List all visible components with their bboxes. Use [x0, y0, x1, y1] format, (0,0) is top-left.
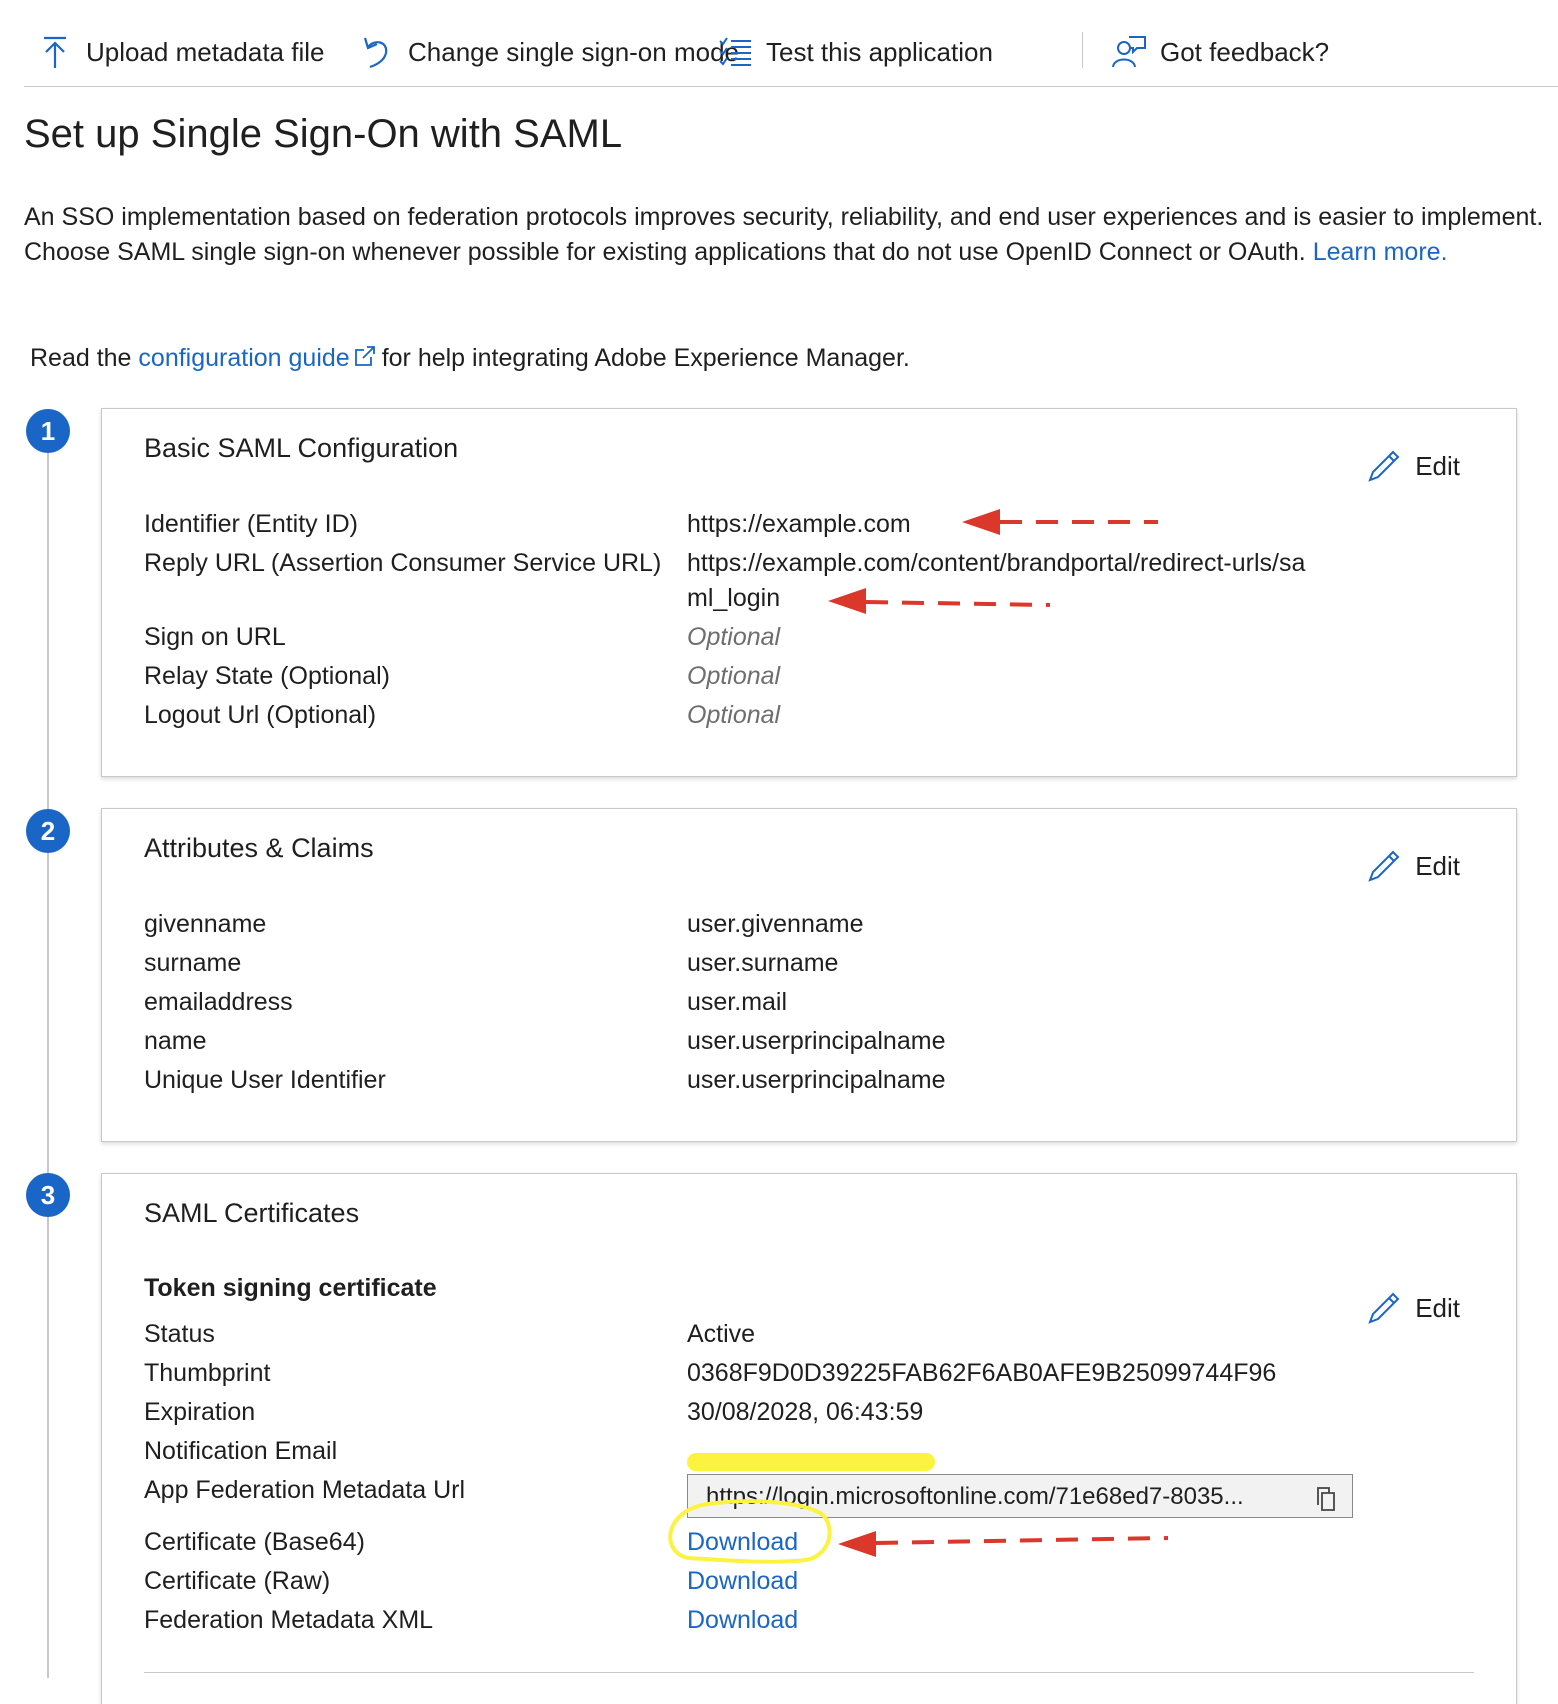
claim-value: user.userprincipalname	[687, 1027, 946, 1055]
claim-value: user.mail	[687, 988, 788, 1016]
intro-paragraph: An SSO implementation based on federatio…	[24, 200, 1558, 270]
feedback-button[interactable]: Got feedback?	[1112, 30, 1329, 74]
pencil-icon	[1367, 849, 1401, 883]
claim-name: emailaddress	[144, 988, 293, 1016]
metadata-url-field[interactable]: https://login.microsoftonline.com/71e68e…	[687, 1474, 1353, 1518]
learn-more-link[interactable]: Learn more.	[1313, 238, 1448, 266]
federation-metadata-xml-download-link[interactable]: Download	[687, 1606, 798, 1635]
thumbprint-label: Thumbprint	[144, 1359, 271, 1387]
sign-on-url-label: Sign on URL	[144, 623, 286, 651]
external-link-icon	[354, 345, 376, 374]
change-sso-mode-button[interactable]: Change single sign-on mode	[360, 30, 739, 74]
step-3-badge: 3	[26, 1173, 70, 1217]
attributes-claims-title: Attributes & Claims	[144, 833, 374, 863]
token-signing-certificate-heading: Token signing certificate	[144, 1274, 437, 1302]
undo-icon	[360, 35, 394, 69]
logout-url-label: Logout Url (Optional)	[144, 701, 377, 729]
metadata-url-label: App Federation Metadata Url	[144, 1476, 466, 1504]
certificate-base64-download-link[interactable]: Download	[687, 1528, 798, 1557]
list-icon	[718, 35, 752, 69]
claim-value: user.userprincipalname	[687, 1066, 946, 1094]
metadata-url-value: https://login.microsoftonline.com/71e68e…	[706, 1483, 1244, 1510]
saml-certificates-title: SAML Certificates	[144, 1198, 360, 1228]
saml-certificates-edit-button[interactable]: Edit	[1367, 1291, 1460, 1325]
reply-url-value-wrap: ml_login	[687, 584, 781, 612]
expiration-value: 30/08/2028, 06:43:59	[687, 1398, 924, 1426]
command-bar: Upload metadata file Change single sign-…	[24, 0, 1558, 87]
card-divider	[144, 1672, 1474, 1673]
edit-label: Edit	[1415, 450, 1460, 481]
guide-prefix: Read the	[30, 344, 132, 372]
toolbar-divider	[1082, 32, 1083, 68]
edit-label: Edit	[1415, 1292, 1460, 1323]
copy-icon[interactable]	[1314, 1483, 1338, 1517]
status-value: Active	[687, 1320, 756, 1348]
configuration-guide-line: Read the configuration guide for help int…	[30, 344, 910, 374]
step-2-badge: 2	[26, 809, 70, 853]
saml-certificates-card: SAML Certificates Token signing certific…	[101, 1173, 1517, 1704]
certificate-base64-label: Certificate (Base64)	[144, 1528, 365, 1556]
test-application-button[interactable]: Test this application	[718, 30, 993, 74]
basic-saml-title: Basic SAML Configuration	[144, 433, 459, 463]
logout-url-value: Optional	[687, 701, 781, 729]
configuration-guide-link[interactable]: configuration guide	[138, 344, 349, 372]
step-1-badge: 1	[26, 409, 70, 453]
reply-url-label: Reply URL (Assertion Consumer Service UR…	[144, 549, 662, 577]
identifier-value: https://example.com	[687, 510, 911, 538]
guide-suffix: for help integrating Adobe Experience Ma…	[381, 344, 910, 372]
claim-name: surname	[144, 949, 242, 977]
claim-value: user.surname	[687, 949, 839, 977]
pencil-icon	[1367, 1291, 1401, 1325]
basic-saml-edit-button[interactable]: Edit	[1367, 449, 1460, 483]
upload-metadata-button[interactable]: Upload metadata file	[38, 30, 324, 74]
steps-timeline	[47, 440, 49, 1678]
certificate-raw-download-link[interactable]: Download	[687, 1567, 798, 1596]
claim-name: Unique User Identifier	[144, 1066, 386, 1094]
claim-name: name	[144, 1027, 207, 1055]
attributes-claims-card: Attributes & Claims Edit givenname user.…	[101, 808, 1517, 1142]
upload-icon	[38, 35, 72, 69]
thumbprint-value: 0368F9D0D39225FAB62F6AB0AFE9B25099744F96	[687, 1359, 1277, 1387]
expiration-label: Expiration	[144, 1398, 256, 1426]
sign-on-url-value: Optional	[687, 623, 781, 651]
edit-label: Edit	[1415, 850, 1460, 881]
upload-metadata-label: Upload metadata file	[86, 36, 325, 67]
feedback-icon	[1112, 35, 1146, 69]
page-title: Set up Single Sign-On with SAML	[24, 112, 623, 156]
relay-state-value: Optional	[687, 662, 781, 690]
pencil-icon	[1367, 449, 1401, 483]
relay-state-label: Relay State (Optional)	[144, 662, 390, 690]
status-label: Status	[144, 1320, 215, 1348]
federation-metadata-xml-label: Federation Metadata XML	[144, 1606, 434, 1634]
reply-url-value: https://example.com/content/brandportal/…	[687, 549, 1306, 577]
claim-name: givenname	[144, 910, 267, 938]
test-application-label: Test this application	[766, 36, 993, 67]
identifier-label: Identifier (Entity ID)	[144, 510, 358, 538]
claim-value: user.givenname	[687, 910, 864, 938]
notification-email-label: Notification Email	[144, 1437, 338, 1465]
feedback-label: Got feedback?	[1160, 36, 1330, 67]
change-sso-mode-label: Change single sign-on mode	[408, 36, 739, 67]
notification-email-redacted	[687, 1453, 935, 1471]
attributes-claims-edit-button[interactable]: Edit	[1367, 849, 1460, 883]
certificate-raw-label: Certificate (Raw)	[144, 1567, 331, 1595]
basic-saml-configuration-card: Basic SAML Configuration Edit Identifier…	[101, 408, 1517, 777]
